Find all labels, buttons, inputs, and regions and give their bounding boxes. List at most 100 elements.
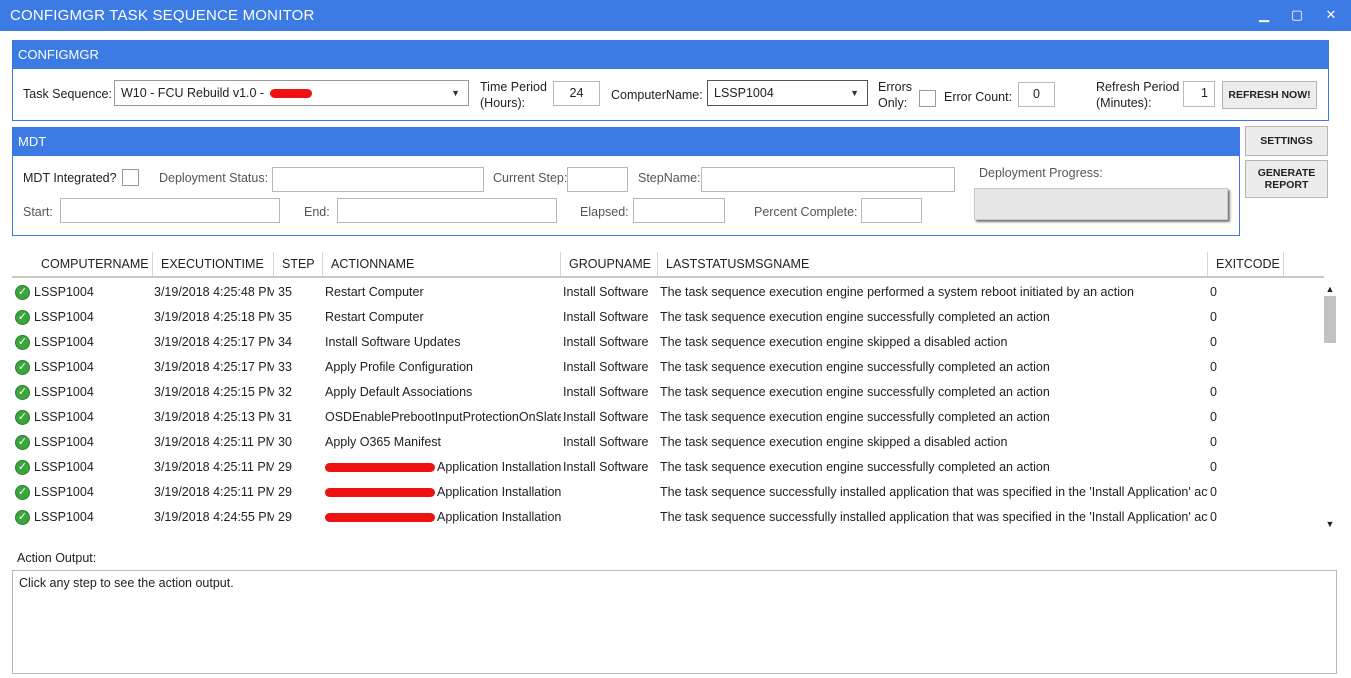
table-row[interactable]: ✓ LSSP1004 3/19/2018 4:25:13 PM 31 OSDEnable… [12, 405, 1324, 430]
cell-action: Application Installation [325, 505, 561, 530]
cell-time: 3/19/2018 4:25:48 PM [154, 280, 274, 305]
cell-text: LSSP1004 [34, 310, 94, 324]
green-check-icon: ✓ [15, 385, 30, 400]
cell-text: Apply Default Associations [325, 385, 473, 399]
cell-exit: 0 [1210, 455, 1280, 480]
cell-status: The task sequence execution engine succe… [660, 405, 1208, 430]
cell-text: 3/19/2018 4:25:11 PM [154, 485, 274, 499]
cell-text: 3/19/2018 4:25:17 PM [154, 360, 274, 374]
cell-text: Install Software Updates [325, 335, 461, 349]
scroll-thumb[interactable] [1324, 296, 1336, 343]
green-check-icon: ✓ [15, 360, 30, 375]
end-label: End: [304, 205, 330, 219]
title-bar: CONFIGMGR TASK SEQUENCE MONITOR ▁ ▢ ✕ [0, 0, 1351, 31]
table-row[interactable]: ✓ LSSP1004 3/19/2018 4:25:11 PM 29 Applicati… [12, 480, 1324, 505]
computer-name-value: LSSP1004 [714, 86, 774, 100]
cell-text: LSSP1004 [34, 410, 94, 424]
window-title: CONFIGMGR TASK SEQUENCE MONITOR [10, 7, 315, 24]
table-row[interactable]: ✓ LSSP1004 3/19/2018 4:25:18 PM 35 Restart C… [12, 305, 1324, 330]
refresh-period-input[interactable]: 1 [1183, 81, 1215, 107]
cell-action: OSDEnablePrebootInputProtectionOnSlates [325, 405, 561, 430]
table-row[interactable]: ✓ LSSP1004 3/19/2018 4:25:11 PM 29 Applicati… [12, 455, 1324, 480]
cell-text: LSSP1004 [34, 510, 94, 524]
refresh-period-label-unit: (Minutes): [1096, 96, 1152, 110]
scroll-down-icon[interactable]: ▼ [1322, 517, 1338, 531]
task-sequence-select[interactable]: W10 - FCU Rebuild v1.0 - ▼ [114, 80, 469, 106]
cell-time: 3/19/2018 4:25:17 PM [154, 330, 274, 355]
cell-text: LSSP1004 [34, 385, 94, 399]
settings-button[interactable]: SETTINGS [1245, 126, 1328, 156]
table-row[interactable]: ✓ LSSP1004 3/19/2018 4:25:17 PM 33 Apply Pro… [12, 355, 1324, 380]
table-row[interactable]: ✓ LSSP1004 3/19/2018 4:25:17 PM 34 Install S… [12, 330, 1324, 355]
computer-name-label: ComputerName: [611, 88, 703, 102]
generate-report-button[interactable]: GENERATE REPORT [1245, 160, 1328, 198]
cell-text: Install Software [563, 310, 649, 324]
cell-text: Install Software [563, 460, 649, 474]
cell-step: 32 [278, 380, 322, 405]
cell-step: 29 [278, 455, 322, 480]
cell-step: 29 [278, 505, 322, 530]
maximize-icon[interactable]: ▢ [1287, 5, 1307, 25]
cell-time: 3/19/2018 4:25:13 PM [154, 405, 274, 430]
cell-text: 3/19/2018 4:25:13 PM [154, 410, 274, 424]
errors-only-label-2: Only: [878, 96, 908, 110]
deployment-progress-label: Deployment Progress: [979, 166, 1103, 180]
computer-name-select[interactable]: LSSP1004 ▼ [707, 80, 868, 106]
column-header-laststatusmsgname[interactable]: LASTSTATUSMSGNAME [658, 252, 1208, 276]
cell-text: LSSP1004 [34, 485, 94, 499]
column-header-groupname[interactable]: GROUPNAME [561, 252, 658, 276]
minimize-icon[interactable]: ▁ [1254, 5, 1274, 25]
cell-time: 3/19/2018 4:25:11 PM [154, 430, 274, 455]
cell-text: Apply Profile Configuration [325, 360, 473, 374]
cell-text: 0 [1210, 360, 1217, 374]
table-row[interactable]: ✓ LSSP1004 3/19/2018 4:24:55 PM 29 Applicati… [12, 505, 1324, 530]
cell-text: 0 [1210, 435, 1217, 449]
cell-computer: LSSP1004 [34, 455, 152, 480]
column-header-actionname[interactable]: ACTIONNAME [323, 252, 561, 276]
redaction-mark [269, 89, 312, 99]
table-row[interactable]: ✓ LSSP1004 3/19/2018 4:25:48 PM 35 Restart C… [12, 280, 1324, 305]
green-check-icon: ✓ [15, 335, 30, 350]
cell-text: 0 [1210, 460, 1217, 474]
cell-text: 30 [278, 435, 292, 449]
errors-only-checkbox[interactable] [919, 90, 936, 107]
cell-action: Apply O365 Manifest [325, 430, 561, 455]
column-header-exitcode[interactable]: EXITCODE [1208, 252, 1284, 276]
cell-step: 34 [278, 330, 322, 355]
column-header-step[interactable]: STEP [274, 252, 323, 276]
cell-text: LSSP1004 [34, 335, 94, 349]
cell-text: Application Installation [437, 510, 561, 524]
time-period-input[interactable]: 24 [553, 81, 600, 106]
cell-status: The task sequence execution engine skipp… [660, 330, 1208, 355]
table-row[interactable]: ✓ LSSP1004 3/19/2018 4:25:15 PM 32 Apply Def… [12, 380, 1324, 405]
redaction-mark [325, 513, 435, 523]
grid-scrollbar[interactable]: ▲ ▼ [1322, 280, 1338, 530]
cell-exit: 0 [1210, 355, 1280, 380]
cell-text: LSSP1004 [34, 435, 94, 449]
chevron-down-icon: ▼ [451, 88, 460, 98]
cell-computer: LSSP1004 [34, 480, 152, 505]
elapsed-field [633, 198, 725, 223]
refresh-now-button[interactable]: REFRESH NOW! [1222, 81, 1317, 109]
cell-exit: 0 [1210, 480, 1280, 505]
action-output-box[interactable]: Click any step to see the action output. [12, 570, 1337, 674]
cell-group: Install Software [563, 330, 658, 355]
cell-action: Apply Default Associations [325, 380, 561, 405]
scroll-up-icon[interactable]: ▲ [1322, 282, 1338, 296]
cell-computer: LSSP1004 [34, 405, 152, 430]
mdt-integrated-checkbox[interactable] [122, 169, 139, 186]
cell-group: Install Software [563, 280, 658, 305]
table-row[interactable]: ✓ LSSP1004 3/19/2018 4:25:11 PM 30 Apply O36… [12, 430, 1324, 455]
cell-exit: 0 [1210, 405, 1280, 430]
column-header-computername[interactable]: COMPUTERNAME [33, 252, 153, 276]
cell-action: Restart Computer [325, 305, 561, 330]
cell-text: 3/19/2018 4:25:48 PM [154, 285, 274, 299]
cell-group [563, 505, 658, 530]
cell-text: 0 [1210, 410, 1217, 424]
column-header-executiontime[interactable]: EXECUTIONTIME [153, 252, 274, 276]
close-icon[interactable]: ✕ [1321, 5, 1341, 25]
start-label: Start: [23, 205, 53, 219]
green-check-icon: ✓ [15, 410, 30, 425]
error-count-input[interactable]: 0 [1018, 82, 1055, 107]
cell-step: 31 [278, 405, 322, 430]
